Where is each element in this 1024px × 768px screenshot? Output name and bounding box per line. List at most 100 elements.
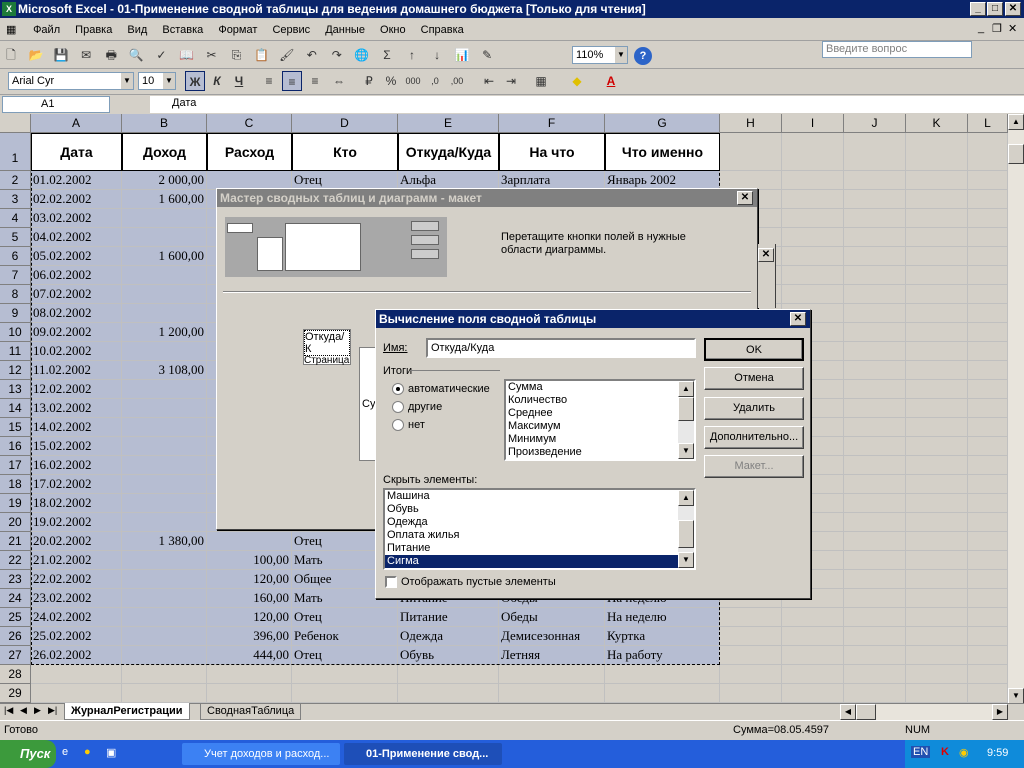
scroll-left-icon[interactable]: ◀ [840, 704, 856, 720]
empty-cell[interactable] [844, 418, 906, 437]
table-cell[interactable]: Демисезонная [499, 627, 605, 646]
empty-cell[interactable] [844, 570, 906, 589]
table-cell[interactable] [122, 209, 207, 228]
name-input[interactable]: Откуда/Куда [426, 338, 696, 358]
radio-auto-label[interactable]: автоматические [408, 383, 490, 395]
hide-items-scrollbar[interactable]: ▲ ▼ [678, 490, 694, 568]
empty-cell[interactable] [720, 684, 782, 703]
scroll-down-icon[interactable]: ▼ [1008, 688, 1024, 704]
paste-icon[interactable]: 📋 [252, 45, 272, 65]
page-area[interactable]: Откуда/К Страница [303, 329, 351, 366]
desktop-icon[interactable]: ▣ [106, 746, 116, 759]
ok-button[interactable]: OK [704, 338, 804, 361]
row-header[interactable]: 21 [0, 532, 31, 551]
help-icon[interactable]: ? [634, 47, 652, 65]
list-item[interactable]: Среднее [506, 407, 694, 420]
table-cell[interactable]: 04.02.2002 [31, 228, 122, 247]
table-cell[interactable]: 444,00 [207, 646, 292, 665]
scroll-down-icon[interactable]: ▼ [678, 443, 694, 459]
tab-journal[interactable]: ЖурналРегистрации [64, 703, 190, 720]
empty-cell[interactable] [122, 684, 207, 703]
empty-cell[interactable] [906, 171, 968, 190]
table-cell[interactable]: 07.02.2002 [31, 285, 122, 304]
tab-first-icon[interactable]: |◀ [4, 705, 13, 716]
table-cell[interactable]: Ребенок [292, 627, 398, 646]
table-cell[interactable] [122, 380, 207, 399]
empty-cell[interactable] [844, 361, 906, 380]
workbook-icon[interactable]: ▦ [0, 19, 24, 40]
cancel-button[interactable]: Отмена [704, 367, 804, 390]
empty-cell[interactable] [720, 646, 782, 665]
empty-cell[interactable] [31, 684, 122, 703]
empty-cell[interactable] [906, 475, 968, 494]
empty-cell[interactable] [906, 380, 968, 399]
bold-button[interactable]: Ж [185, 71, 205, 91]
empty-cell[interactable] [292, 684, 398, 703]
empty-cell[interactable] [844, 342, 906, 361]
table-cell[interactable]: 25.02.2002 [31, 627, 122, 646]
scroll-thumb[interactable] [1008, 144, 1024, 164]
row-header[interactable]: 19 [0, 494, 31, 513]
doc-restore-button[interactable]: ❐ [992, 22, 1002, 35]
empty-cell[interactable] [844, 285, 906, 304]
scroll-up-icon[interactable]: ▲ [678, 490, 694, 506]
empty-cell[interactable] [906, 266, 968, 285]
table-cell[interactable] [122, 399, 207, 418]
empty-cell[interactable] [782, 646, 844, 665]
font-color-icon[interactable]: A [601, 71, 621, 91]
empty-cell[interactable] [720, 665, 782, 684]
show-empty-label[interactable]: Отображать пустые элементы [401, 576, 556, 588]
table-cell[interactable]: 15.02.2002 [31, 437, 122, 456]
ie-icon[interactable]: e [62, 746, 68, 758]
empty-cell[interactable] [968, 285, 1008, 304]
row-header[interactable]: 24 [0, 589, 31, 608]
empty-cell[interactable] [968, 570, 1008, 589]
col-header-j[interactable]: J [844, 114, 906, 133]
empty-cell[interactable] [968, 418, 1008, 437]
empty-cell[interactable] [968, 342, 1008, 361]
row-header[interactable]: 15 [0, 418, 31, 437]
empty-cell[interactable] [844, 209, 906, 228]
horizontal-scrollbar[interactable]: ◀ ▶ [840, 704, 1008, 720]
empty-cell[interactable] [968, 437, 1008, 456]
advanced-button[interactable]: Дополнительно... [704, 426, 804, 449]
list-item[interactable]: Максимум [506, 420, 694, 433]
empty-cell[interactable] [844, 304, 906, 323]
row-header[interactable]: 3 [0, 190, 31, 209]
empty-cell[interactable] [782, 209, 844, 228]
borders-icon[interactable]: ▦ [531, 71, 551, 91]
empty-cell[interactable] [122, 665, 207, 684]
table-cell[interactable]: 16.02.2002 [31, 456, 122, 475]
empty-cell[interactable] [906, 285, 968, 304]
italic-button[interactable]: К [207, 71, 227, 91]
header-cell[interactable]: Кто [292, 133, 398, 171]
radio-none-label[interactable]: нет [408, 419, 425, 431]
table-cell[interactable]: 120,00 [207, 570, 292, 589]
list-item[interactable]: Сумма [506, 381, 694, 394]
zoom-select[interactable]: 110% ▼ [572, 46, 628, 64]
empty-cell[interactable] [782, 266, 844, 285]
empty-cell[interactable] [968, 190, 1008, 209]
table-cell[interactable] [122, 342, 207, 361]
table-cell[interactable]: 06.02.2002 [31, 266, 122, 285]
empty-cell[interactable] [782, 190, 844, 209]
chart-wizard-icon[interactable]: 📊 [452, 45, 472, 65]
empty-cell[interactable] [844, 532, 906, 551]
sort-desc-icon[interactable]: ↓ [427, 45, 447, 65]
empty-cell[interactable] [207, 665, 292, 684]
menu-tools[interactable]: Сервис [266, 20, 316, 40]
empty-cell[interactable] [968, 532, 1008, 551]
empty-cell[interactable] [398, 665, 499, 684]
row-header[interactable]: 16 [0, 437, 31, 456]
empty-cell[interactable] [968, 665, 1008, 684]
print-icon[interactable]: 🖶 [101, 45, 121, 65]
menu-data[interactable]: Данные [319, 20, 371, 40]
empty-cell[interactable] [844, 171, 906, 190]
table-cell[interactable]: 1 600,00 [122, 247, 207, 266]
table-cell[interactable]: 02.02.2002 [31, 190, 122, 209]
radio-auto[interactable] [392, 383, 404, 395]
table-cell[interactable]: На работу [605, 646, 720, 665]
format-painter-icon[interactable]: 🖌 [277, 45, 297, 65]
empty-cell[interactable] [906, 247, 968, 266]
wizard-close-button[interactable]: ✕ [737, 191, 753, 205]
